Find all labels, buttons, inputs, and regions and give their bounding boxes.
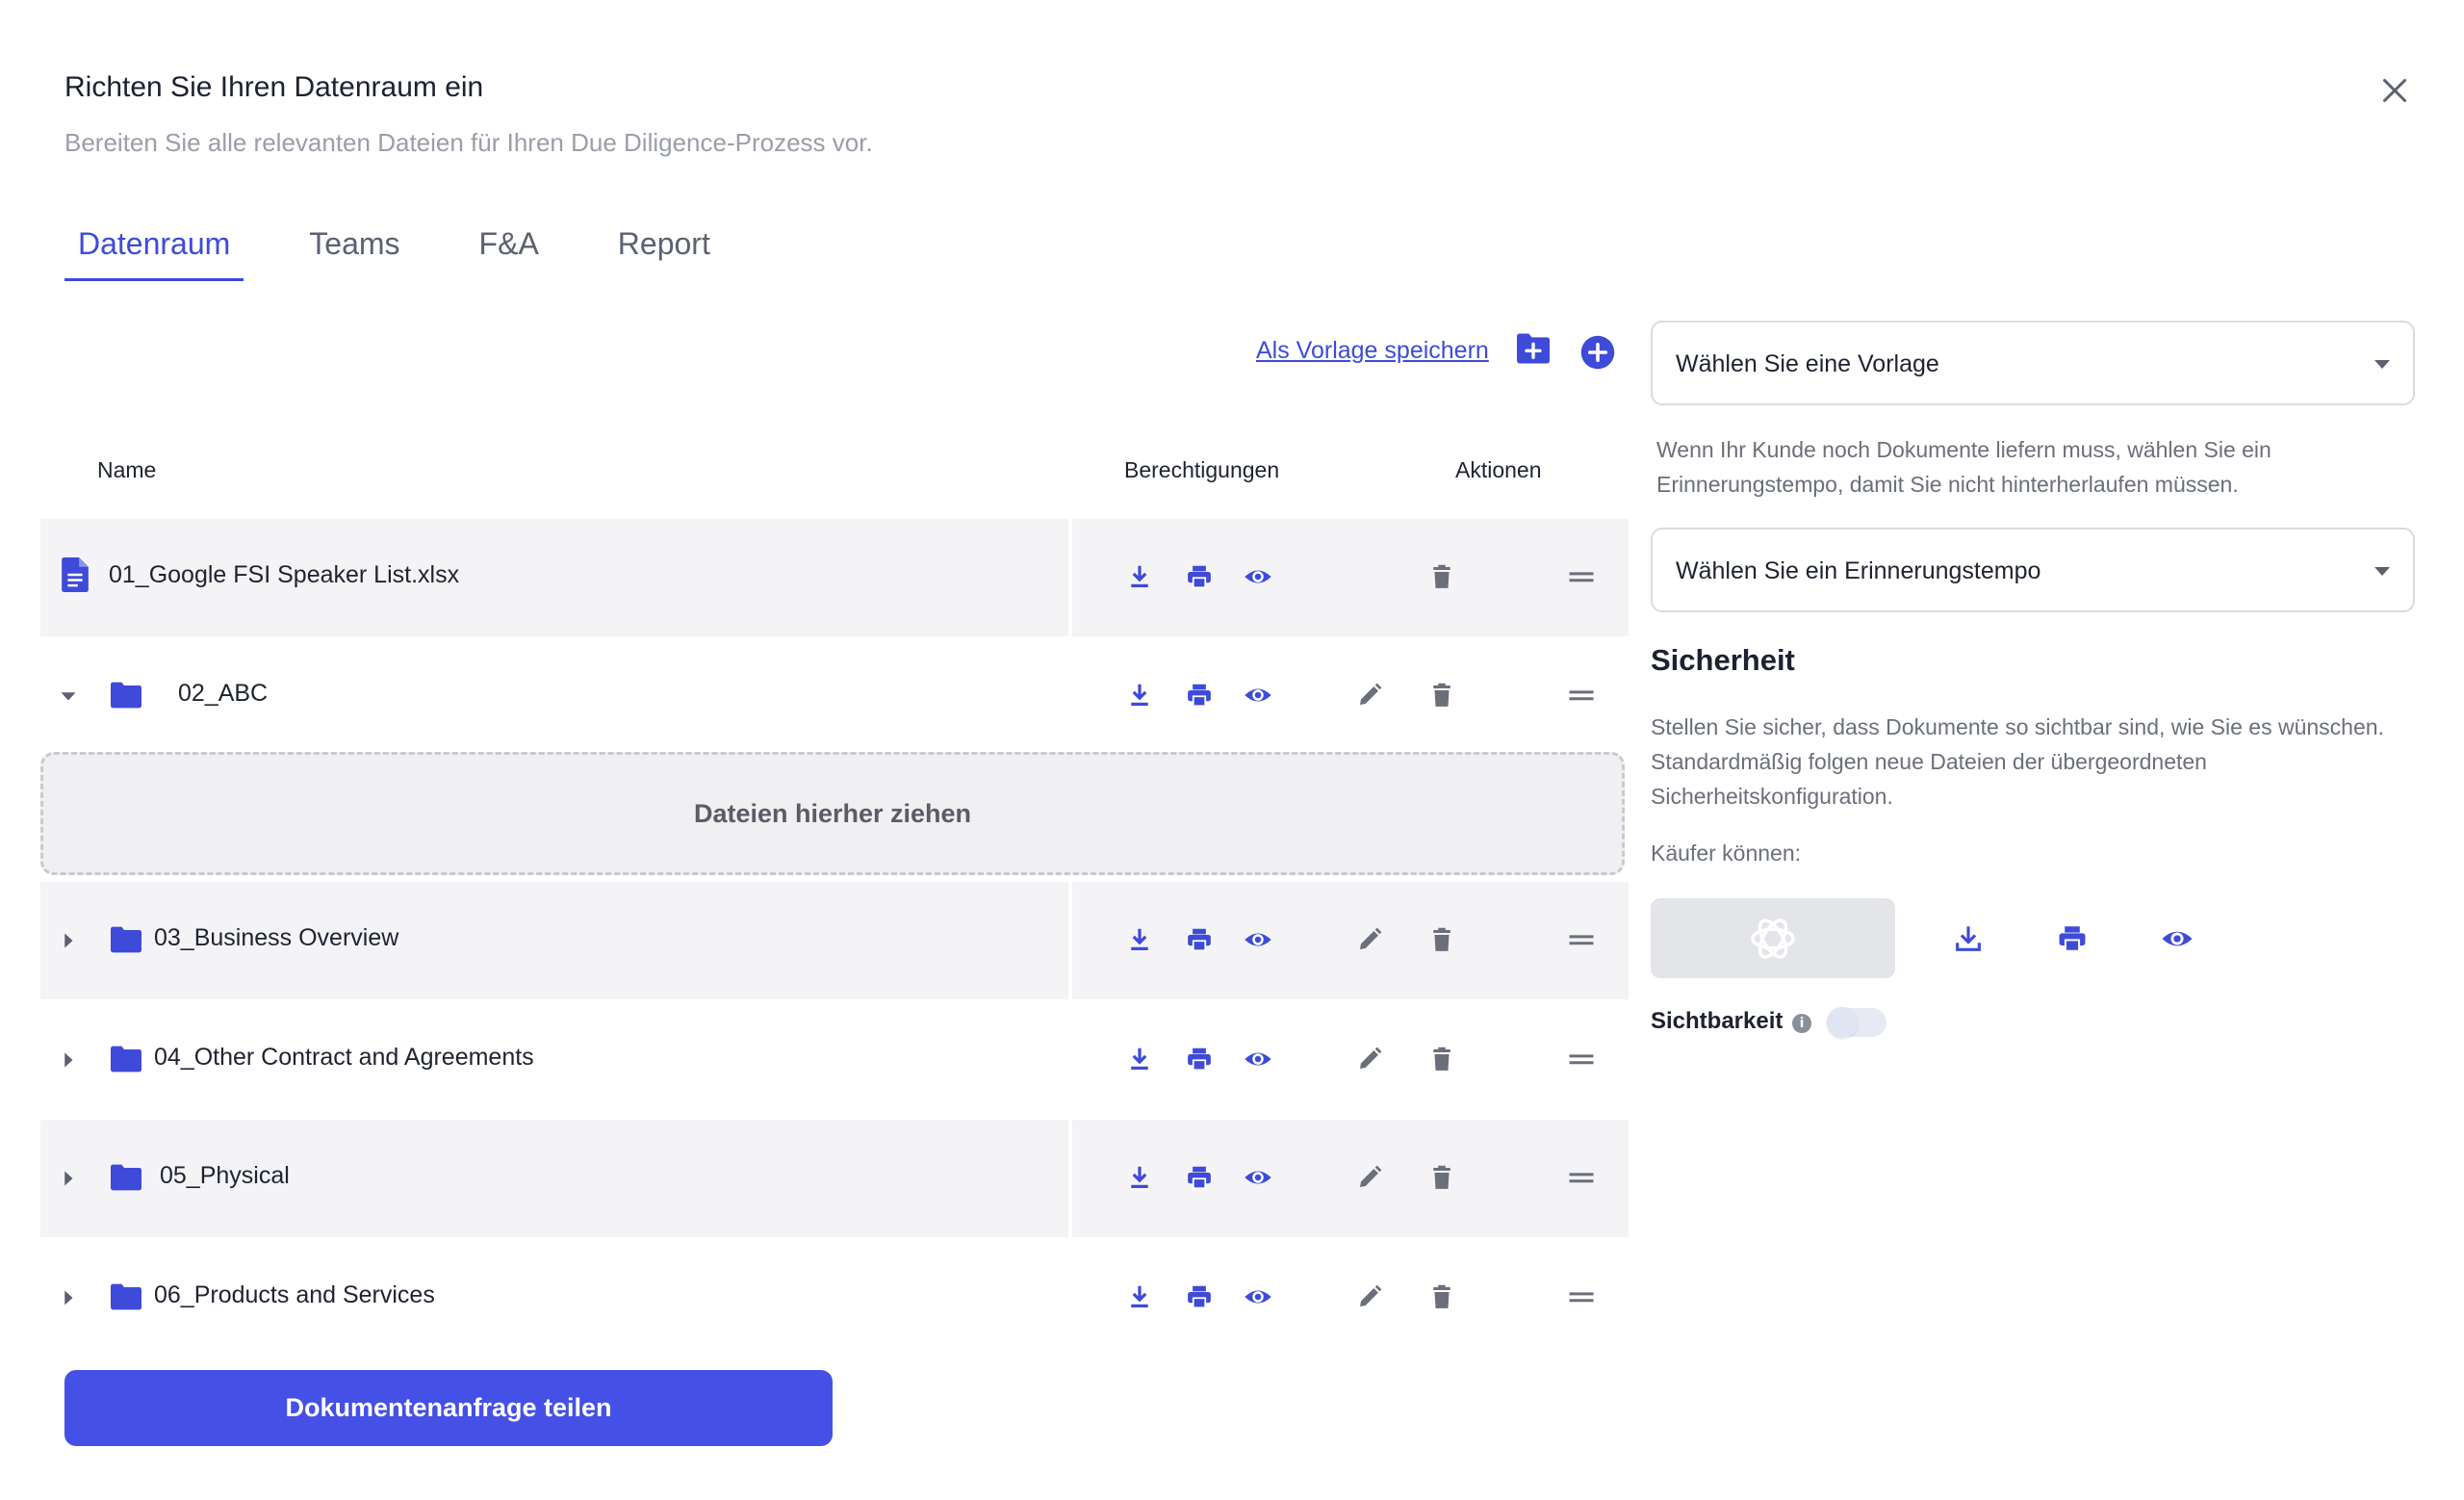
table-header: Name Berechtigungen Aktionen	[40, 433, 1629, 510]
tab-teams[interactable]: Teams	[295, 220, 413, 281]
template-select-value: Wählen Sie eine Vorlage	[1676, 350, 1939, 377]
page-title: Richten Sie Ihren Datenraum ein	[64, 71, 484, 103]
pencil-icon[interactable]	[1355, 1163, 1384, 1192]
row-name: 01_Google FSI Speaker List.xlsx	[109, 561, 460, 588]
folder-plus-icon[interactable]	[1515, 332, 1552, 365]
toggle-knob	[1827, 1007, 1858, 1038]
drag-handle-icon[interactable]	[1567, 925, 1596, 954]
trash-icon[interactable]	[1427, 1045, 1456, 1073]
eye-icon[interactable]	[1244, 681, 1272, 710]
download-icon[interactable]	[1125, 1163, 1154, 1192]
table-row[interactable]: 06_Products and Services	[40, 1239, 1629, 1357]
reminder-select[interactable]: Wählen Sie ein Erinnerungstempo	[1651, 528, 2415, 612]
buyers-label: Käufer können:	[1651, 841, 1802, 866]
security-title: Sicherheit	[1651, 643, 1795, 677]
print-icon[interactable]	[1185, 1282, 1214, 1311]
download-icon[interactable]	[1125, 925, 1154, 954]
drag-handle-icon[interactable]	[1567, 1282, 1596, 1311]
template-select[interactable]: Wählen Sie eine Vorlage	[1651, 321, 2415, 405]
chevron-down-icon	[2374, 360, 2390, 369]
folder-icon	[111, 682, 141, 709]
download-icon[interactable]	[1125, 562, 1154, 591]
folder-icon	[111, 1283, 141, 1310]
download-icon[interactable]	[1125, 1282, 1154, 1311]
document-icon	[62, 557, 89, 592]
info-icon[interactable]: i	[1792, 1014, 1811, 1033]
file-dropzone[interactable]: Dateien hierher ziehen	[40, 752, 1625, 875]
row-name: 05_Physical	[160, 1162, 290, 1189]
row-name: 03_Business Overview	[154, 924, 399, 951]
caret-down-icon[interactable]	[60, 687, 77, 705]
table-row[interactable]: 04_Other Contract and Agreements	[40, 1001, 1629, 1119]
table-row[interactable]: 05_Physical	[40, 1120, 1629, 1237]
reminder-select-value: Wählen Sie ein Erinnerungstempo	[1676, 557, 2041, 584]
dropzone-label: Dateien hierher ziehen	[693, 798, 972, 828]
ai-button[interactable]	[1651, 898, 1895, 978]
drag-handle-icon[interactable]	[1567, 681, 1596, 710]
openai-icon	[1751, 918, 1795, 959]
eye-icon[interactable]	[1244, 562, 1272, 591]
print-icon[interactable]	[1185, 562, 1214, 591]
chevron-down-icon	[2374, 567, 2390, 576]
trash-icon[interactable]	[1427, 681, 1456, 710]
eye-icon[interactable]	[2161, 922, 2194, 955]
eye-icon[interactable]	[1244, 1045, 1272, 1073]
table-row[interactable]: 01_Google FSI Speaker List.xlsx	[40, 519, 1629, 636]
print-icon[interactable]	[2056, 922, 2089, 955]
close-icon[interactable]	[2377, 73, 2412, 108]
share-document-request-button[interactable]: Dokumentenanfrage teilen	[64, 1370, 833, 1446]
download-icon[interactable]	[1125, 681, 1154, 710]
tab-datenraum[interactable]: Datenraum	[64, 220, 244, 281]
pencil-icon[interactable]	[1355, 681, 1384, 710]
row-name: 06_Products and Services	[154, 1281, 435, 1308]
download-icon[interactable]	[1952, 922, 1985, 955]
column-permissions: Berechtigungen	[1124, 457, 1280, 482]
caret-right-icon[interactable]	[60, 932, 77, 949]
print-icon[interactable]	[1185, 1163, 1214, 1192]
visibility-toggle[interactable]	[1827, 1007, 1886, 1038]
reminder-note: Wenn Ihr Kunde noch Dokumente liefern mu…	[1656, 437, 2272, 497]
trash-icon[interactable]	[1427, 1282, 1456, 1311]
folder-icon	[111, 926, 141, 953]
folder-icon	[111, 1046, 141, 1073]
save-as-template-link[interactable]: Als Vorlage speichern	[1256, 337, 1489, 365]
caret-right-icon[interactable]	[60, 1170, 77, 1187]
eye-icon[interactable]	[1244, 925, 1272, 954]
pencil-icon[interactable]	[1355, 1282, 1384, 1311]
table-row[interactable]: 03_Business Overview	[40, 882, 1629, 999]
trash-icon[interactable]	[1427, 562, 1456, 591]
trash-icon[interactable]	[1427, 925, 1456, 954]
visibility-label: Sichtbarkeit	[1651, 1008, 1784, 1034]
folder-icon	[111, 1164, 141, 1191]
eye-icon[interactable]	[1244, 1163, 1272, 1192]
print-icon[interactable]	[1185, 925, 1214, 954]
tab-report[interactable]: Report	[604, 220, 724, 281]
caret-right-icon[interactable]	[60, 1289, 77, 1306]
column-name: Name	[97, 457, 157, 482]
pencil-icon[interactable]	[1355, 925, 1384, 954]
tab-bar: Datenraum Teams F&A Report	[64, 220, 776, 281]
caret-right-icon[interactable]	[60, 1051, 77, 1069]
pencil-icon[interactable]	[1355, 1045, 1384, 1073]
table-row[interactable]: 02_ABC	[40, 637, 1629, 755]
drag-handle-icon[interactable]	[1567, 1163, 1596, 1192]
security-description: Stellen Sie sicher, dass Dokumente so si…	[1651, 714, 2384, 809]
eye-icon[interactable]	[1244, 1282, 1272, 1311]
print-icon[interactable]	[1185, 681, 1214, 710]
drag-handle-icon[interactable]	[1567, 1045, 1596, 1073]
page-subtitle: Bereiten Sie alle relevanten Dateien für…	[64, 128, 873, 157]
row-name: 04_Other Contract and Agreements	[154, 1044, 534, 1071]
drag-handle-icon[interactable]	[1567, 562, 1596, 591]
download-icon[interactable]	[1125, 1045, 1154, 1073]
row-name: 02_ABC	[178, 680, 269, 707]
column-actions: Aktionen	[1455, 457, 1542, 482]
trash-icon[interactable]	[1427, 1163, 1456, 1192]
add-circle-icon[interactable]	[1580, 335, 1615, 370]
tab-fa[interactable]: F&A	[466, 220, 552, 281]
print-icon[interactable]	[1185, 1045, 1214, 1073]
